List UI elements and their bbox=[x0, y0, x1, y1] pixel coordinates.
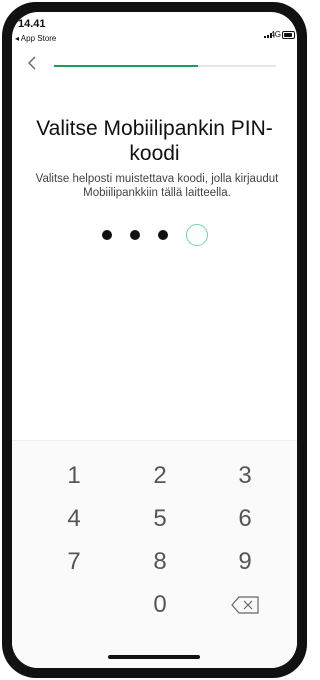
battery-icon bbox=[282, 31, 295, 39]
key-1[interactable]: 1 bbox=[44, 458, 104, 494]
backspace-icon[interactable] bbox=[215, 587, 275, 623]
network-type: 4G bbox=[270, 30, 281, 39]
pin-dot-filled bbox=[157, 230, 168, 240]
screen: 14.41 ◂ App Store 4G Valitse Mobiilipank… bbox=[12, 12, 297, 668]
key-2[interactable]: 2 bbox=[130, 458, 190, 494]
pin-dot-empty bbox=[185, 224, 208, 246]
key-6[interactable]: 6 bbox=[215, 501, 275, 537]
key-3[interactable]: 3 bbox=[215, 458, 275, 494]
key-9[interactable]: 9 bbox=[215, 544, 275, 580]
home-indicator[interactable] bbox=[108, 655, 200, 659]
pin-dot-filled bbox=[101, 230, 112, 240]
back-to-app-store-link[interactable]: ◂ App Store bbox=[15, 34, 56, 43]
pin-dot-filled bbox=[129, 230, 140, 240]
key-0[interactable]: 0 bbox=[130, 587, 190, 623]
page-title: Valitse Mobiilipankin PIN-koodi bbox=[36, 117, 273, 165]
status-bar: 14.41 ◂ App Store 4G bbox=[12, 12, 297, 52]
progress-bar bbox=[54, 65, 276, 67]
key-7[interactable]: 7 bbox=[44, 544, 104, 580]
progress-bar-fill bbox=[54, 65, 199, 67]
chevron-left-icon[interactable] bbox=[27, 56, 37, 74]
status-time: 14.41 bbox=[18, 18, 46, 30]
numeric-keypad: 1 2 3 4 5 6 7 8 9 0 bbox=[12, 440, 297, 668]
pin-indicator bbox=[12, 224, 297, 246]
key-8[interactable]: 8 bbox=[130, 544, 190, 580]
key-4[interactable]: 4 bbox=[44, 501, 104, 537]
key-5[interactable]: 5 bbox=[130, 501, 190, 537]
page-subtitle: Valitse helposti muistettava koodi, joll… bbox=[35, 173, 279, 199]
device-frame: 14.41 ◂ App Store 4G Valitse Mobiilipank… bbox=[2, 2, 307, 678]
